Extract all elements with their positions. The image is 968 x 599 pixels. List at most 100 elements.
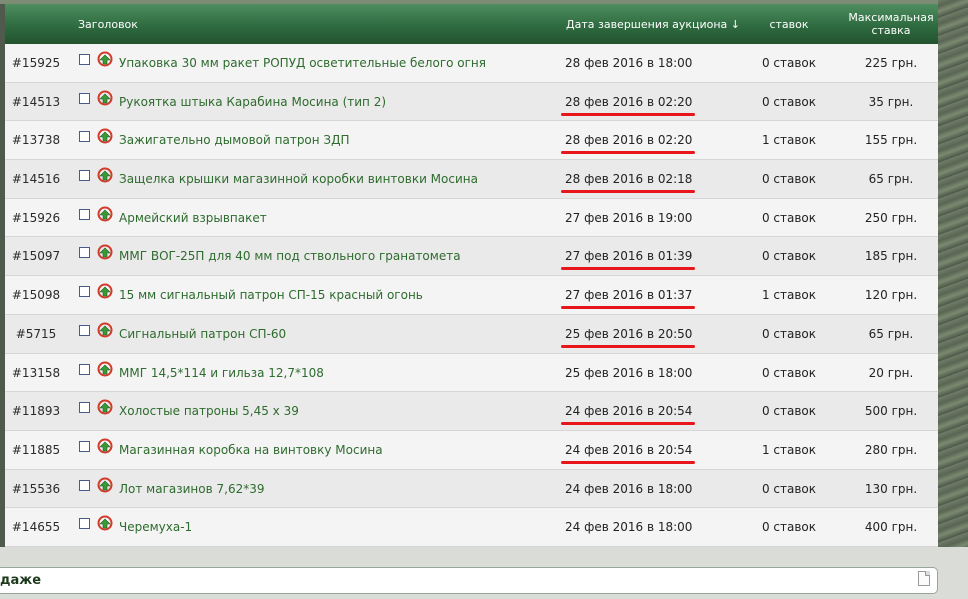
max-bid-price: 185 грн.	[864, 249, 918, 264]
row-checkbox[interactable]	[79, 83, 90, 121]
max-bid-price: 155 грн.	[864, 133, 918, 148]
table-header: Заголовок Дата завершения аукциона ↓ ста…	[5, 4, 938, 44]
checkbox-box[interactable]	[79, 440, 90, 452]
green-red-arrow-icon	[97, 392, 113, 430]
row-checkbox[interactable]	[79, 237, 90, 275]
checkbox-box[interactable]	[79, 208, 90, 220]
bid-count: 1 ставок	[761, 133, 817, 148]
header-title[interactable]: Заголовок	[78, 4, 138, 44]
bid-count: 0 ставок	[761, 481, 817, 496]
bid-count: 0 ставок	[761, 326, 817, 341]
green-red-arrow-icon	[97, 160, 113, 198]
table-row: #15097 ММГ ВОГ-25П для 40 мм под ствольно…	[5, 237, 938, 277]
table-row: #15098 15 мм сигнальный патрон СП-15 крас…	[5, 276, 938, 315]
lot-title-link[interactable]: Защелка крышки магазинной коробки винтов…	[119, 160, 478, 198]
lot-title-link[interactable]: ММГ 14,5*114 и гильза 12,7*108	[119, 354, 324, 392]
auction-rows: #15925 Упаковка 30 мм ракет РОПУД осветит…	[5, 44, 938, 547]
lot-title-link[interactable]: Черемуха-1	[119, 508, 192, 546]
row-checkbox[interactable]	[79, 160, 90, 198]
red-underline-annotation	[561, 190, 695, 194]
max-bid-price: 250 грн.	[864, 210, 918, 225]
red-underline-annotation	[561, 112, 695, 116]
green-red-arrow-icon	[97, 431, 113, 469]
lot-id: #14516	[11, 172, 61, 187]
checkbox-box[interactable]	[79, 131, 90, 143]
document-icon[interactable]	[918, 571, 930, 586]
lot-title-link[interactable]: 15 мм сигнальный патрон СП-15 красный ог…	[119, 276, 423, 314]
lot-id: #11885	[11, 442, 61, 457]
lot-title-link[interactable]: Рукоятка штыка Карабина Мосина (тип 2)	[119, 83, 386, 121]
red-underline-annotation	[561, 151, 695, 155]
green-red-arrow-icon	[97, 83, 113, 121]
checkbox-box[interactable]	[79, 286, 90, 298]
checkbox-box[interactable]	[79, 518, 90, 530]
table-row: #11893 Холостые патроны 5,45 х 39 24 фев 2…	[5, 392, 938, 431]
max-bid-price: 280 грн.	[864, 442, 918, 457]
lot-title-link[interactable]: Холостые патроны 5,45 х 39	[119, 392, 299, 430]
lot-title-link[interactable]: Упаковка 30 мм ракет РОПУД осветительные…	[119, 44, 486, 82]
row-checkbox[interactable]	[79, 470, 90, 508]
checkbox-box[interactable]	[79, 170, 90, 182]
end-date: 28 фев 2016 в 18:00	[565, 56, 693, 70]
lot-title-link[interactable]: Лот магазинов 7,62*39	[119, 470, 264, 508]
checkbox-box[interactable]	[79, 402, 90, 414]
table-row: #15925 Упаковка 30 мм ракет РОПУД осветит…	[5, 44, 938, 83]
lot-id: #14655	[11, 520, 61, 535]
green-red-arrow-icon	[97, 44, 113, 82]
lot-id: #15536	[11, 481, 61, 496]
row-checkbox[interactable]	[79, 354, 90, 392]
row-checkbox[interactable]	[79, 276, 90, 314]
checkbox-box[interactable]	[79, 324, 90, 336]
green-red-arrow-icon	[97, 199, 113, 237]
checkbox-box[interactable]	[79, 247, 90, 259]
lot-title-link[interactable]: Магазинная коробка на винтовку Мосина	[119, 431, 383, 469]
red-underline-annotation	[561, 267, 695, 271]
bid-count: 0 ставок	[761, 94, 817, 109]
bid-count: 0 ставок	[761, 249, 817, 264]
row-checkbox[interactable]	[79, 508, 90, 546]
bid-count: 1 ставок	[761, 288, 817, 303]
checkbox-box[interactable]	[79, 92, 90, 104]
lot-title-link[interactable]: Сигнальный патрон СП-60	[119, 315, 286, 353]
end-date: 24 фев 2016 в 18:00	[565, 481, 693, 496]
table-row: #15536 Лот магазинов 7,62*39 24 фев 2016 в…	[5, 469, 938, 509]
lot-id: #15098	[11, 288, 61, 303]
row-checkbox[interactable]	[79, 121, 90, 159]
lot-title-link[interactable]: Зажигательно дымовой патрон ЗДП	[119, 121, 350, 159]
checkbox-box[interactable]	[79, 54, 90, 65]
table-row: #15926 Армейский взрывпакет 27 фев 2016 в …	[5, 198, 938, 238]
lot-id: #14513	[11, 94, 61, 109]
green-red-arrow-icon	[97, 508, 113, 546]
row-checkbox[interactable]	[79, 44, 90, 82]
footer-label[interactable]: даже	[0, 573, 41, 588]
lot-id: #11893	[11, 404, 61, 419]
red-underline-annotation	[561, 344, 695, 348]
row-checkbox[interactable]	[79, 315, 90, 353]
lot-id: #15926	[11, 210, 61, 225]
max-bid-price: 120 грн.	[864, 288, 918, 303]
checkbox-box[interactable]	[79, 363, 90, 375]
green-red-arrow-icon	[97, 354, 113, 392]
row-checkbox[interactable]	[79, 392, 90, 430]
bid-count: 1 ставок	[761, 442, 817, 457]
max-bid-price: 20 грн.	[868, 365, 914, 380]
max-bid-price: 65 грн.	[868, 326, 914, 341]
max-bid-price: 65 грн.	[868, 172, 914, 187]
table-row: #13738 Зажигательно дымовой патрон ЗДП 28 …	[5, 121, 938, 161]
header-bids[interactable]: ставок	[765, 4, 813, 44]
row-checkbox[interactable]	[79, 199, 90, 237]
end-date: 25 фев 2016 в 18:00	[565, 365, 693, 380]
lot-id: #13738	[11, 133, 61, 148]
bid-count: 0 ставок	[761, 365, 817, 380]
footer-bar[interactable]	[0, 567, 938, 594]
max-bid-price: 225 грн.	[864, 56, 918, 70]
header-max-bid[interactable]: Максимальная ставка	[845, 4, 937, 44]
lot-title-link[interactable]: ММГ ВОГ-25П для 40 мм под ствольного гра…	[119, 237, 461, 275]
red-underline-annotation	[561, 460, 695, 464]
lot-id: #13158	[11, 365, 61, 380]
header-end-date[interactable]: Дата завершения аукциона ↓	[566, 4, 740, 44]
red-underline-annotation	[561, 422, 695, 426]
checkbox-box[interactable]	[79, 479, 90, 491]
row-checkbox[interactable]	[79, 431, 90, 469]
lot-title-link[interactable]: Армейский взрывпакет	[119, 199, 267, 237]
